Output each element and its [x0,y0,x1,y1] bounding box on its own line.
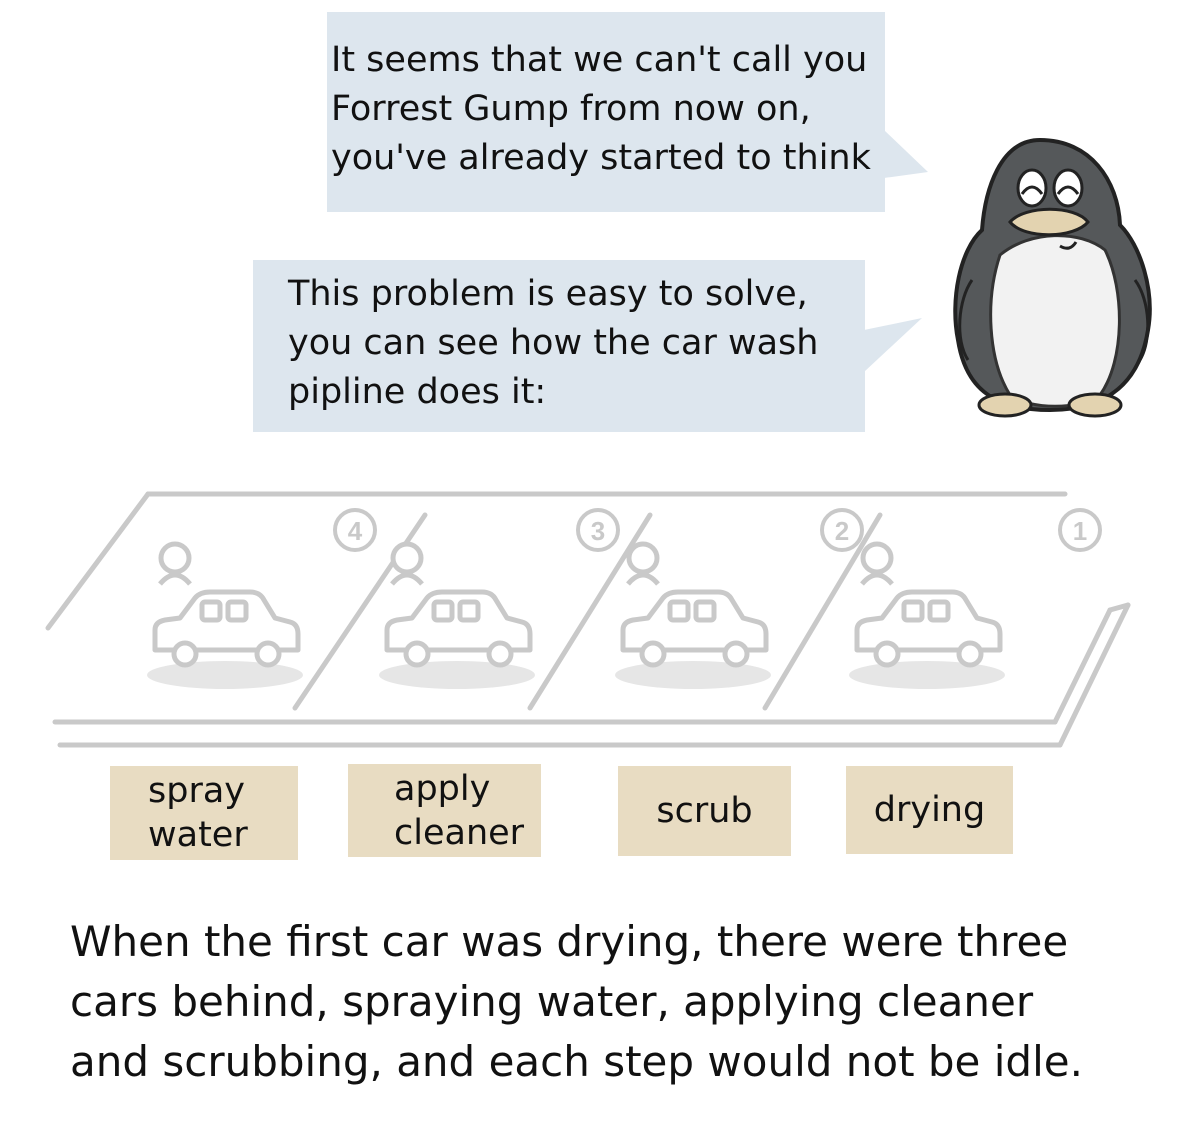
car-apply-cleaner-icon [379,541,535,689]
stage-label-drying: drying [846,766,1013,854]
car-spray-water-icon [147,541,303,689]
stage-label-apply-cleaner: apply cleaner [348,764,541,857]
speech-bubble-bottom-text: This problem is easy to solve, you can s… [288,274,819,412]
speech-bubble-top-text: It seems that we can't call you Forrest … [331,40,871,178]
explanation-caption: When the first car was drying, there wer… [70,917,1083,1086]
bubble-tail-1 [884,130,928,178]
stage-number-3: 3 [591,516,605,546]
stage-number-4: 4 [348,516,363,546]
bubble-tail-2 [864,318,922,372]
speech-bubble-top: It seems that we can't call you Forrest … [327,12,885,212]
stage-number-1: 1 [1073,516,1087,546]
penguin-icon [953,137,1152,418]
stage-label-spray-water: spray water [110,766,298,860]
stage-badges: 4 3 2 1 [333,508,1102,552]
car-drying-icon [849,541,1005,689]
stage-label-scrub: scrub [618,766,791,856]
car-scrub-icon [615,541,771,689]
stage-number-2: 2 [835,516,849,546]
speech-bubble-bottom: This problem is easy to solve, you can s… [253,260,865,432]
